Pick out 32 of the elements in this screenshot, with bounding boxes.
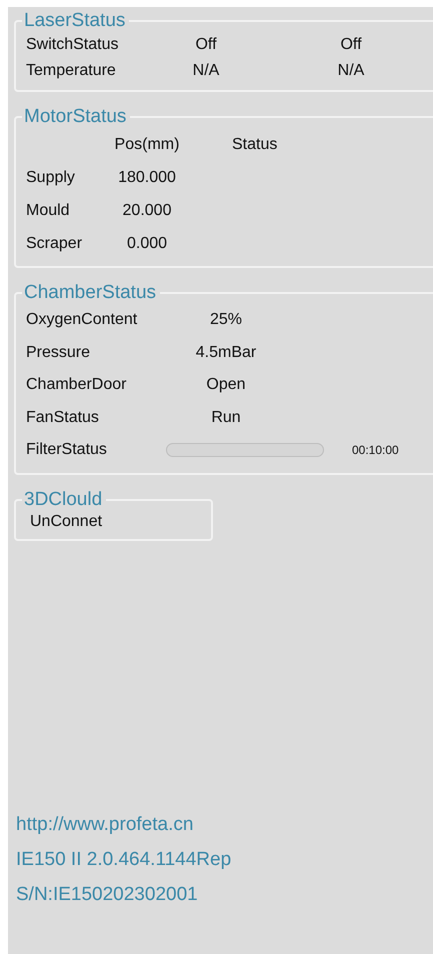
group-title: LaserStatus: [23, 10, 126, 32]
group-title: 3DClould: [23, 488, 104, 510]
position-value: 20.000: [122, 202, 172, 220]
column-header: Status: [232, 136, 278, 154]
motor-label: Supply: [26, 168, 76, 186]
info-text: S/N:IE150202302001: [15, 882, 199, 906]
status-value: N/A: [336, 62, 366, 80]
column-header: Pos(mm): [114, 136, 180, 154]
status-value: Open: [205, 376, 247, 394]
row-label: FanStatus: [26, 408, 100, 427]
row-label: OxygenContent: [26, 311, 138, 330]
row-label: ChamberDoor: [26, 376, 128, 394]
row-label: Pressure: [26, 344, 92, 362]
status-value: N/A: [192, 62, 220, 80]
group-title: ChamberStatus: [23, 282, 158, 304]
position-value: 180.000: [117, 168, 177, 186]
website-link[interactable]: http://www.profeta.cn: [8, 807, 433, 842]
row-label: FilterStatus: [26, 441, 108, 460]
status-value: Off: [339, 36, 363, 54]
status-value: Off: [194, 36, 218, 54]
motor-label: Scraper: [26, 234, 84, 252]
time-reading: 00:10:00: [352, 443, 399, 458]
group-title: MotorStatus: [23, 106, 128, 128]
position-value: 0.000: [126, 234, 168, 252]
status-value: 4.5mBar: [194, 344, 258, 362]
motor-label: Mould: [26, 202, 71, 220]
row-label: Temperature: [26, 62, 117, 80]
connection-status: UnConnet: [29, 512, 104, 530]
status-value: Run: [210, 408, 242, 427]
status-value: 25%: [208, 311, 244, 330]
info-text: IE150 II 2.0.464.1144Rep: [15, 848, 232, 872]
row-label: SwitchStatus: [26, 36, 120, 54]
